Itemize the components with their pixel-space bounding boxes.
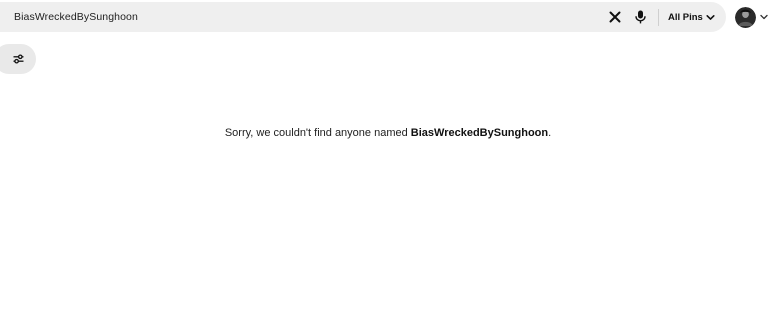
microphone-icon [634,10,646,24]
empty-results-message: Sorry, we couldn't find anyone named Bia… [0,127,768,139]
close-icon [609,11,621,23]
clear-search-button[interactable] [606,2,624,32]
search-bar[interactable]: BiasWreckedBySunghoon All Pins [0,2,726,32]
voice-search-button[interactable] [631,2,649,32]
avatar[interactable] [735,7,756,28]
sliders-icon [13,54,23,64]
search-input[interactable]: BiasWreckedBySunghoon [14,2,138,32]
pin-filter-label: All Pins [668,11,703,23]
empty-results-prefix: Sorry, we couldn't find anyone named [224,127,411,139]
empty-results-suffix: . [548,127,552,139]
account-chevron-down-icon[interactable] [760,12,768,22]
search-divider [658,9,659,26]
empty-results-name: BiasWreckedBySunghoon [410,127,549,139]
pin-filter-dropdown[interactable]: All Pins [668,2,715,32]
filters-button[interactable] [0,44,36,74]
avatar-image [735,7,756,28]
chevron-down-icon [706,14,715,20]
